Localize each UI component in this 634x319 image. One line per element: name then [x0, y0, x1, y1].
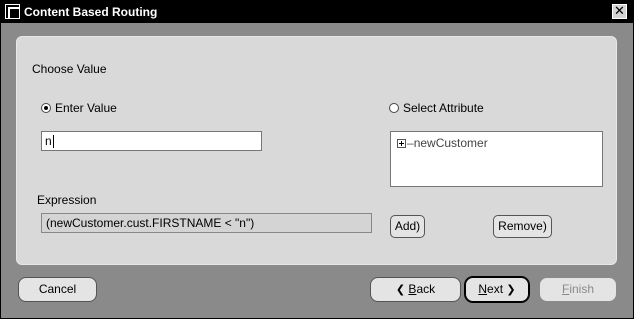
- finish-button[interactable]: Finish: [539, 277, 617, 302]
- title-bar[interactable]: Content Based Routing ✕: [1, 1, 633, 23]
- window-title: Content Based Routing: [24, 5, 158, 19]
- back-label-rest: ack: [416, 282, 436, 296]
- close-icon[interactable]: ✕: [612, 4, 627, 19]
- cancel-button[interactable]: Cancel: [18, 277, 97, 302]
- expression-field: (newCustomer.cust.FIRSTNAME < "n"): [41, 213, 372, 233]
- dialog-window: Content Based Routing ✕ Choose Value Ent…: [0, 0, 634, 319]
- value-input[interactable]: n: [41, 131, 262, 151]
- next-button[interactable]: Next ❯: [464, 276, 530, 303]
- attribute-tree[interactable]: –newCustomer: [390, 131, 603, 187]
- finish-label-rest: inish: [569, 282, 595, 296]
- tree-node-label: newCustomer: [413, 136, 488, 150]
- enter-value-label[interactable]: Enter Value: [55, 101, 117, 115]
- next-mnemonic: N: [478, 282, 488, 296]
- text-caret: [52, 135, 54, 149]
- next-label-rest: ext: [487, 282, 504, 296]
- chevron-right-icon: ❯: [506, 284, 516, 296]
- add-button[interactable]: Add): [390, 215, 425, 238]
- select-attribute-radio[interactable]: [389, 103, 399, 113]
- value-input-text: n: [45, 134, 52, 148]
- app-icon[interactable]: [5, 4, 20, 19]
- enter-value-radio[interactable]: [41, 103, 51, 113]
- chevron-left-icon: ❮: [395, 284, 406, 296]
- section-label: Choose Value: [32, 62, 107, 76]
- content-panel: Choose Value Enter Value Select Attribut…: [16, 36, 617, 265]
- expand-icon[interactable]: [397, 139, 406, 149]
- tree-connector: –: [407, 136, 414, 150]
- select-attribute-label[interactable]: Select Attribute: [403, 101, 484, 115]
- remove-button[interactable]: Remove): [493, 215, 552, 238]
- tree-node-newcustomer[interactable]: –newCustomer: [397, 136, 488, 150]
- expression-label: Expression: [37, 193, 97, 207]
- back-button[interactable]: ❮ Back: [370, 277, 461, 302]
